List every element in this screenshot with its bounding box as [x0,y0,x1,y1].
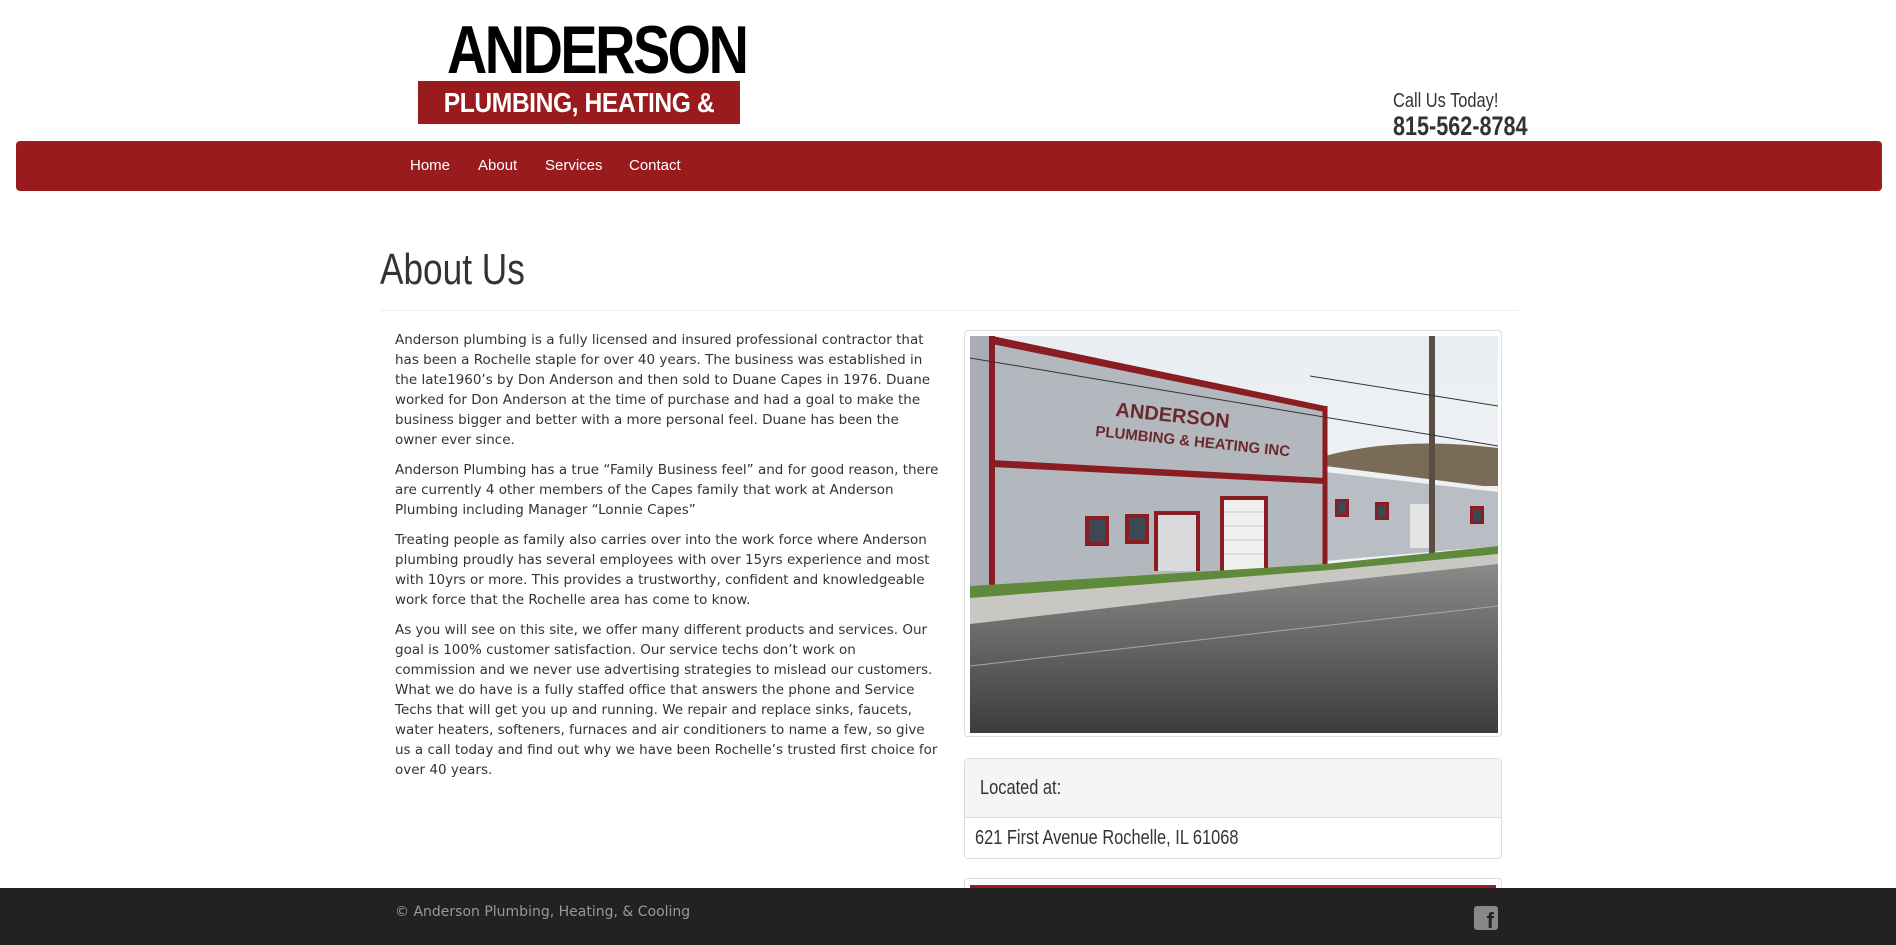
location-panel-header: Located at: [965,759,1501,818]
call-us-label: Call Us Today! [1393,90,1499,112]
site-header: ANDERSON PLUMBING, HEATING & COOLING Cal… [0,0,1896,161]
nav-contact[interactable]: Contact [629,141,681,191]
call-us-block: Call Us Today! 815-562-8784 [1393,90,1593,140]
building-photo-frame: ANDERSON PLUMBING & HEATING INC [964,330,1502,737]
main-navbar: Home About Services Contact [16,141,1882,191]
title-divider [380,310,1518,311]
about-paragraph-4: As you will see on this site, we offer m… [395,622,938,778]
page-title: About Us [380,245,525,294]
nav-services[interactable]: Services [545,141,603,191]
copyright-text: © Anderson Plumbing, Heating, & Cooling [395,904,691,920]
logo-tagline: PLUMBING, HEATING & COOLING [443,87,715,161]
location-panel: Located at: 621 First Avenue Rochelle, I… [964,758,1502,859]
location-address: 621 First Avenue Rochelle, IL 61068 [975,827,1239,849]
site-footer: © Anderson Plumbing, Heating, & Cooling … [0,888,1896,945]
about-paragraph-2: Anderson Plumbing has a true “Family Bus… [395,462,939,518]
logo-wordmark: ANDERSON [446,12,749,88]
nav-about[interactable]: About [478,141,517,191]
location-title: Located at: [980,777,1062,799]
building-photo: ANDERSON PLUMBING & HEATING INC [970,336,1498,733]
nav-home[interactable]: Home [410,141,450,191]
about-paragraph-1: Anderson plumbing is a fully licensed an… [395,332,931,448]
phone-number[interactable]: 815-562-8784 [1393,112,1553,140]
facebook-icon[interactable]: f [1474,906,1498,932]
company-logo[interactable]: ANDERSON PLUMBING, HEATING & COOLING [418,12,749,161]
about-paragraph-3: Treating people as family also carries o… [395,532,930,608]
about-text: Anderson plumbing is a fully licensed an… [395,330,940,790]
